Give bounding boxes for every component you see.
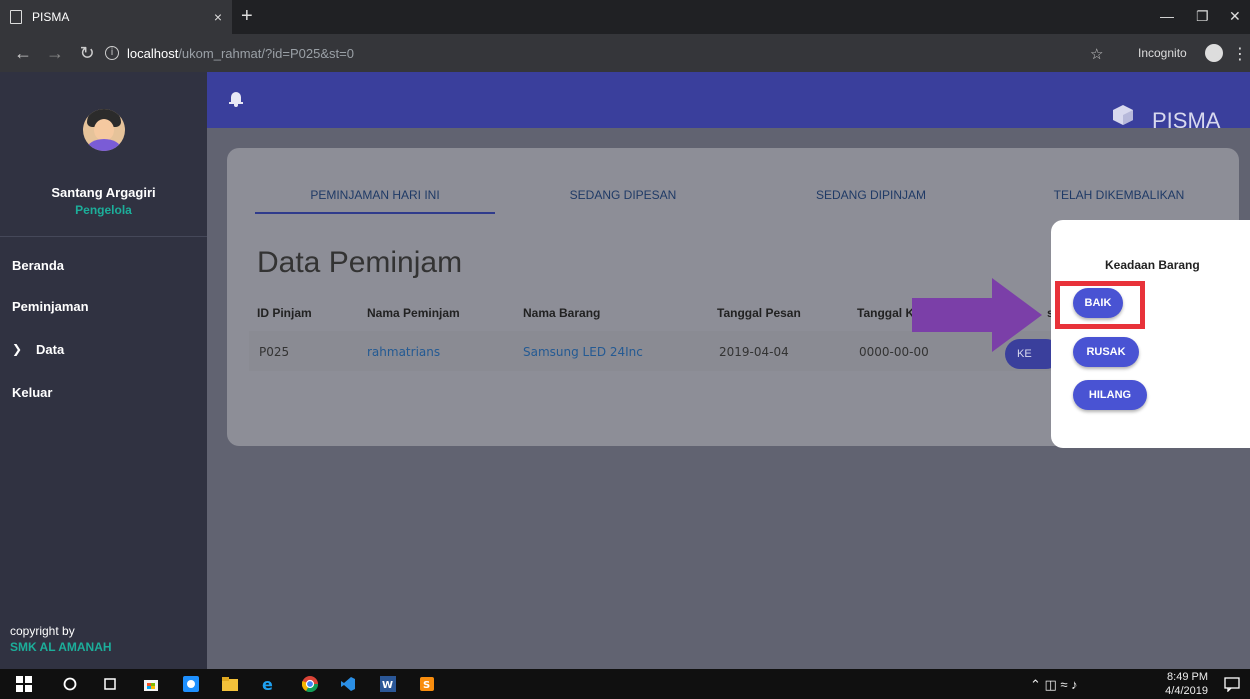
clock-time[interactable]: 8:49 PM (1160, 671, 1208, 683)
minimize-icon[interactable]: — (1160, 8, 1174, 24)
edge-icon[interactable]: e (261, 676, 277, 692)
column-header: Tanggal Pesan (717, 306, 801, 320)
window-close-icon[interactable]: ✕ (1229, 8, 1241, 25)
search-icon[interactable] (62, 676, 78, 692)
tray-icons[interactable]: ⌃ ◫ ≈ ♪ (1030, 677, 1078, 693)
store-icon[interactable] (143, 676, 159, 692)
browser-tab[interactable]: PISMA × (0, 0, 232, 34)
copyright-org: SMK AL AMANAH (10, 640, 112, 654)
cell-tanggal-pesan: 2019-04-04 (719, 345, 789, 359)
cell-id: P025 (259, 345, 290, 359)
sidebar-item-beranda[interactable]: Beranda (0, 253, 207, 277)
browser-tab-strip: PISMA × + — ❐ ✕ (0, 0, 1250, 34)
copyright-text: copyright by (10, 624, 75, 638)
word-icon[interactable]: W (380, 676, 396, 692)
sidebar-item-label: Peminjaman (12, 298, 89, 314)
cube-logo-icon (1113, 105, 1133, 125)
vscode-icon[interactable] (340, 676, 356, 692)
tab-bar: PEMINJAMAN HARI INI SEDANG DIPESAN SEDAN… (227, 176, 1239, 216)
incognito-icon (1205, 44, 1223, 62)
cell-nama-peminjam[interactable]: rahmatrians (367, 345, 440, 359)
tab-peminjaman-hari-ini[interactable]: PEMINJAMAN HARI INI (255, 176, 495, 214)
svg-text:W: W (382, 680, 393, 691)
sidebar-item-keluar[interactable]: Keluar (0, 380, 207, 404)
sidebar-item-label: Keluar (12, 384, 53, 400)
tab-title: PISMA (32, 10, 70, 24)
sublime-icon[interactable]: S (419, 676, 435, 692)
task-view-icon[interactable] (102, 676, 118, 692)
page-icon (10, 10, 22, 24)
sidebar: Santang Argagiri Pengelola Beranda Pemin… (0, 72, 207, 669)
avatar (83, 109, 125, 151)
sidebar-item-peminjaman[interactable]: Peminjaman (0, 294, 207, 318)
chrome-icon[interactable] (302, 676, 318, 692)
notification-icon[interactable] (1224, 676, 1240, 692)
column-header: Nama Peminjam (367, 306, 460, 320)
highlight-box (1055, 281, 1145, 329)
column-header: Tanggal K (857, 306, 915, 320)
restore-icon[interactable]: ❐ (1196, 8, 1209, 25)
keadaan-barang-popup: Keadaan Barang BAIK RUSAK HILANG (1051, 220, 1250, 448)
incognito-label: Incognito (1138, 46, 1187, 60)
cell-nama-barang[interactable]: Samsung LED 24Inc (523, 345, 643, 359)
bell-icon[interactable] (229, 90, 243, 107)
user-role: Pengelola (75, 203, 132, 217)
svg-text:S: S (423, 680, 430, 691)
column-header: ID Pinjam (257, 306, 312, 320)
tab-telah-dikembalikan[interactable]: TELAH DIKEMBALIKAN (999, 176, 1239, 214)
clock-date[interactable]: 4/4/2019 (1160, 685, 1208, 697)
app-icon[interactable] (183, 676, 199, 692)
tab-sedang-dipesan[interactable]: SEDANG DIPESAN (503, 176, 743, 214)
sidebar-divider (0, 236, 207, 237)
address-bar[interactable]: i localhost/ukom_rahmat/?id=P025&st=0 (105, 41, 1185, 67)
tab-sedang-dipinjam[interactable]: SEDANG DIPINJAM (751, 176, 991, 214)
page-title: Data Peminjam (257, 246, 463, 279)
windows-start-icon[interactable] (16, 676, 32, 692)
file-explorer-icon[interactable] (222, 676, 238, 692)
svg-text:e: e (262, 676, 273, 692)
user-name: Santang Argagiri (51, 185, 156, 200)
back-icon[interactable]: ← (14, 43, 32, 64)
sidebar-item-data[interactable]: ❯ Data (0, 337, 207, 361)
star-icon[interactable]: ☆ (1090, 45, 1103, 63)
reload-icon[interactable]: ↻ (78, 43, 96, 64)
sidebar-item-label: Data (36, 341, 65, 357)
sidebar-item-label: Beranda (12, 257, 65, 273)
url-text[interactable]: localhost/ukom_rahmat/?id=P025&st=0 (127, 46, 354, 61)
kebab-menu-icon[interactable]: ⋮ (1232, 44, 1248, 64)
rusak-button[interactable]: RUSAK (1073, 337, 1139, 367)
column-header: Nama Barang (523, 306, 601, 320)
new-tab-button[interactable]: + (241, 6, 253, 26)
popup-title: Keadaan Barang (1105, 258, 1200, 272)
app-header: PISMA (207, 72, 1250, 133)
tab-close-button[interactable]: × (214, 9, 222, 25)
annotation-arrow-icon (912, 278, 1042, 352)
windows-taskbar: e W S ⌃ ◫ ≈ ♪ 8:49 PM 4/4/2019 (0, 669, 1250, 699)
forward-icon[interactable]: → (46, 43, 64, 64)
chevron-down-icon: ❯ (12, 342, 23, 356)
hilang-button[interactable]: HILANG (1073, 380, 1147, 410)
info-icon[interactable]: i (105, 46, 119, 60)
